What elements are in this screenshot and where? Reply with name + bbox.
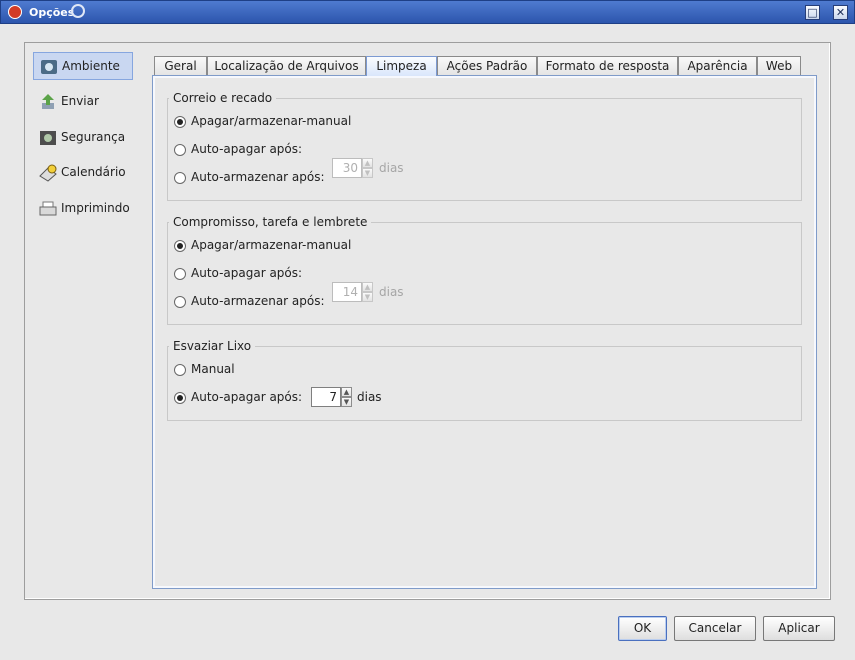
appointments-days-stepper[interactable]: 14 ▲ ▼	[332, 282, 373, 302]
swirl-icon	[71, 4, 85, 18]
tab-formato-de-resposta[interactable]: Formato de resposta	[537, 56, 678, 75]
security-icon	[40, 131, 56, 145]
sidebar-item-label: Segurança	[61, 130, 126, 144]
appointments-days-up-icon[interactable]: ▲	[362, 282, 373, 292]
mail-days-unit: dias	[379, 161, 404, 175]
mail-days-down-icon[interactable]: ▼	[362, 168, 373, 178]
trash-auto-delete-label: Auto-apagar após:	[191, 390, 303, 404]
tab-geral[interactable]: Geral	[154, 56, 207, 75]
minimize-button[interactable]: □	[805, 5, 820, 20]
trash-auto-delete-radio[interactable]	[174, 392, 186, 404]
mail-auto-store-label: Auto-armazenar após:	[191, 170, 325, 184]
environment-icon	[41, 60, 57, 74]
trash-days-up-icon[interactable]: ▲	[341, 387, 352, 397]
window-titlebar: Opções □ ✕	[0, 0, 855, 24]
sidebar-item-ambiente[interactable]: Ambiente	[33, 52, 133, 80]
mail-days-input[interactable]: 30	[332, 158, 362, 178]
tab-acoes-padrao[interactable]: Ações Padrão	[437, 56, 537, 75]
send-icon	[42, 94, 54, 109]
mail-manual-label: Apagar/armazenar-manual	[191, 114, 352, 128]
trash-days-input[interactable]: 7	[311, 387, 341, 407]
mail-auto-delete-label: Auto-apagar após:	[191, 142, 303, 156]
trash-cleanup-title: Esvaziar Lixo	[169, 339, 256, 353]
cancel-button[interactable]: Cancelar	[674, 616, 756, 641]
close-button[interactable]: ✕	[833, 5, 848, 20]
tab-web[interactable]: Web	[757, 56, 801, 75]
apply-button[interactable]: Aplicar	[763, 616, 835, 641]
mail-days-up-icon[interactable]: ▲	[362, 158, 373, 168]
mail-cleanup-title: Correio e recado	[169, 91, 277, 105]
tab-bar: Geral Localização de Arquivos Limpeza Aç…	[154, 56, 804, 76]
mail-auto-store-radio[interactable]	[174, 172, 186, 184]
tab-aparencia[interactable]: Aparência	[678, 56, 757, 75]
sidebar-item-seguranca[interactable]: Segurança	[33, 124, 133, 152]
sidebar-item-enviar[interactable]: Enviar	[33, 88, 133, 116]
mail-auto-delete-radio[interactable]	[174, 144, 186, 156]
appointments-days-unit: dias	[379, 285, 404, 299]
tab-localizacao-de-arquivos[interactable]: Localização de Arquivos	[207, 56, 366, 75]
sidebar-item-label: Enviar	[61, 94, 99, 108]
appointments-auto-delete-radio[interactable]	[174, 268, 186, 280]
mail-manual-radio[interactable]	[174, 116, 186, 128]
ok-button[interactable]: OK	[618, 616, 667, 641]
appointments-manual-label: Apagar/armazenar-manual	[191, 238, 352, 252]
appointments-auto-store-radio[interactable]	[174, 296, 186, 308]
sidebar-item-calendario[interactable]: Calendário	[33, 159, 133, 187]
appointments-days-down-icon[interactable]: ▼	[362, 292, 373, 302]
app-logo-icon	[8, 5, 22, 19]
trash-days-unit: dias	[357, 390, 382, 404]
appointments-manual-radio[interactable]	[174, 240, 186, 252]
trash-manual-radio[interactable]	[174, 364, 186, 376]
appointments-cleanup-title: Compromisso, tarefa e lembrete	[169, 215, 372, 229]
sidebar-item-imprimindo[interactable]: Imprimindo	[33, 195, 133, 223]
trash-manual-label: Manual	[191, 362, 235, 376]
appointments-auto-store-label: Auto-armazenar após:	[191, 294, 325, 308]
sidebar-item-label: Imprimindo	[61, 201, 130, 215]
appointments-auto-delete-label: Auto-apagar após:	[191, 266, 303, 280]
window-title: Opções	[29, 6, 75, 19]
mail-days-stepper[interactable]: 30 ▲ ▼	[332, 158, 373, 178]
sidebar-item-label: Ambiente	[62, 59, 120, 73]
trash-cleanup-group	[167, 346, 802, 421]
printer-icon	[39, 201, 57, 216]
trash-days-stepper[interactable]: 7 ▲ ▼	[311, 387, 352, 407]
appointments-days-input[interactable]: 14	[332, 282, 362, 302]
sidebar-item-label: Calendário	[61, 165, 126, 179]
calendar-icon	[39, 164, 57, 182]
trash-days-down-icon[interactable]: ▼	[341, 397, 352, 407]
tab-limpeza[interactable]: Limpeza	[366, 56, 437, 76]
